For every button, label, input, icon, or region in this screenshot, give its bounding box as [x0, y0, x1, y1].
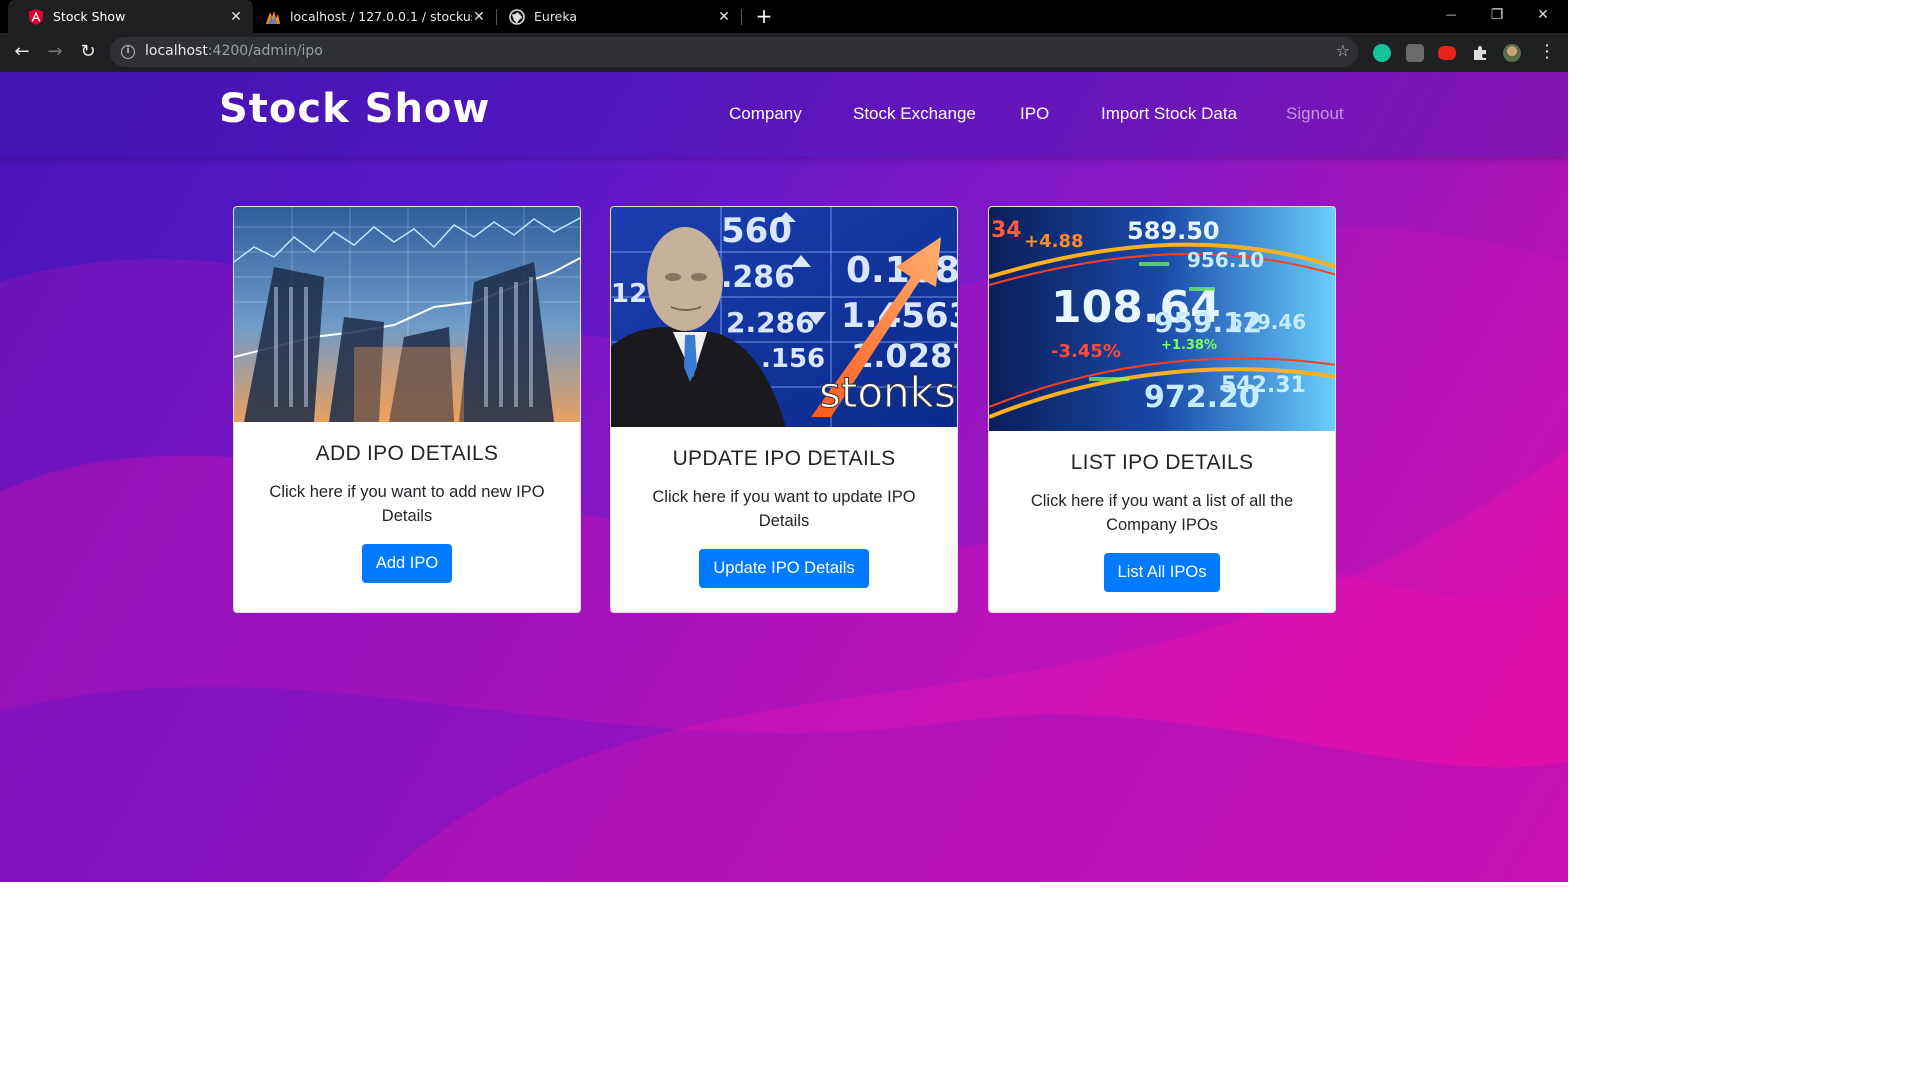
ticker-number: .286: [721, 260, 795, 295]
restore-button[interactable]: ❐: [1474, 0, 1520, 30]
youtube-extension-icon[interactable]: [1438, 46, 1456, 60]
card-text: Click here if you want a list of all the…: [1030, 492, 1294, 534]
tab-phpmyadmin[interactable]: localhost / 127.0.0.1 / stockuser / ✕: [253, 0, 496, 33]
tab-title: Stock Show: [53, 9, 126, 24]
ticker-number: +4.88: [1024, 231, 1084, 252]
profile-avatar[interactable]: [1503, 44, 1521, 62]
card-image-skyscrapers: [234, 207, 580, 422]
nav-stock-exchange[interactable]: Stock Exchange: [853, 104, 976, 124]
bookmark-star-icon[interactable]: ☆: [1336, 41, 1350, 60]
minimize-button[interactable]: —: [1428, 0, 1474, 30]
tab-title: localhost / 127.0.0.1 / stockuser /: [290, 9, 472, 24]
globe-icon: [509, 8, 525, 25]
card-text: Click here if you want to update IPO Det…: [652, 488, 916, 530]
nav-company[interactable]: Company: [729, 104, 802, 124]
ticker-number: 542.31: [1221, 373, 1306, 398]
card-title: LIST IPO DETAILS: [1070, 451, 1254, 474]
extensions-puzzle-icon[interactable]: [1471, 44, 1489, 62]
stonks-caption: stonks: [819, 368, 956, 417]
address-bar[interactable]: i localhost:4200/admin/ipo ☆: [110, 37, 1358, 67]
tab-separator: [741, 9, 742, 25]
url-path: :4200/admin/ipo: [207, 43, 323, 59]
forward-button[interactable]: →: [42, 39, 68, 65]
card-title: UPDATE IPO DETAILS: [672, 447, 896, 470]
page-background: Stock Show Company Stock Exchange IPO Im…: [0, 72, 1568, 882]
tab-close-icon[interactable]: ✕: [717, 9, 731, 25]
phpmyadmin-icon: [266, 10, 280, 24]
card-add-ipo: ADD IPO DETAILS Click here if you want t…: [233, 206, 581, 613]
tab-stock-show[interactable]: Stock Show ✕: [8, 0, 253, 33]
ticker-number: -3.45%: [1051, 341, 1121, 362]
card-title: ADD IPO DETAILS: [315, 442, 499, 465]
card-update-ipo: 560 0.168 .286 2.286 1.4563 .156 1.0287 …: [610, 206, 958, 613]
card-image-stonks: 560 0.168 .286 2.286 1.4563 .156 1.0287 …: [611, 207, 957, 427]
update-ipo-details-button[interactable]: Update IPO Details: [699, 549, 869, 588]
ticker-number: +1.38%: [1161, 338, 1217, 353]
new-tab-button[interactable]: +: [754, 4, 774, 28]
nav-import-stock-data[interactable]: Import Stock Data: [1101, 104, 1237, 124]
nav-ipo[interactable]: IPO: [1020, 104, 1049, 124]
tab-eureka[interactable]: Eureka ✕: [497, 0, 741, 33]
ticker-number: 956.10: [1187, 248, 1264, 272]
tab-close-icon[interactable]: ✕: [229, 9, 243, 25]
ticker-number: 579.46: [1229, 310, 1306, 334]
url-text: localhost:4200/admin/ipo: [145, 43, 323, 59]
card-text: Click here if you want to add new IPO De…: [269, 483, 545, 525]
ticker-number: 34: [991, 218, 1022, 243]
tab-title: Eureka: [534, 9, 578, 24]
tab-close-icon[interactable]: ✕: [472, 9, 486, 25]
ticker-number: 589.50: [1127, 217, 1220, 245]
angular-icon: [28, 8, 44, 25]
extension-square-icon[interactable]: [1406, 44, 1424, 62]
card-list-ipo: 34 +4.88 108.64 959.12 956.10 972.20 579…: [988, 206, 1336, 613]
browser-toolbar: ← → ↻ i localhost:4200/admin/ipo ☆ ⋮: [0, 33, 1568, 72]
list-all-ipos-button[interactable]: List All IPOs: [1103, 553, 1221, 592]
browser-tabstrip: Stock Show ✕ localhost / 127.0.0.1 / sto…: [0, 0, 1568, 33]
brand-logo[interactable]: Stock Show: [219, 86, 490, 132]
ticker-number: .156: [761, 344, 825, 374]
add-ipo-button[interactable]: Add IPO: [361, 544, 453, 583]
window-close-button[interactable]: ✕: [1520, 0, 1566, 30]
top-navbar: Stock Show Company Stock Exchange IPO Im…: [0, 72, 1568, 157]
browser-menu-icon[interactable]: ⋮: [1534, 39, 1560, 65]
site-info-icon[interactable]: i: [121, 45, 135, 59]
back-button[interactable]: ←: [9, 39, 35, 65]
ticker-number: 2.286: [726, 306, 815, 339]
url-host: localhost: [145, 43, 208, 59]
grammarly-icon[interactable]: [1373, 44, 1391, 62]
card-image-ticker-board: 34 +4.88 108.64 959.12 956.10 972.20 579…: [989, 207, 1335, 431]
reload-button[interactable]: ↻: [75, 39, 101, 65]
nav-signout[interactable]: Signout: [1286, 104, 1344, 124]
